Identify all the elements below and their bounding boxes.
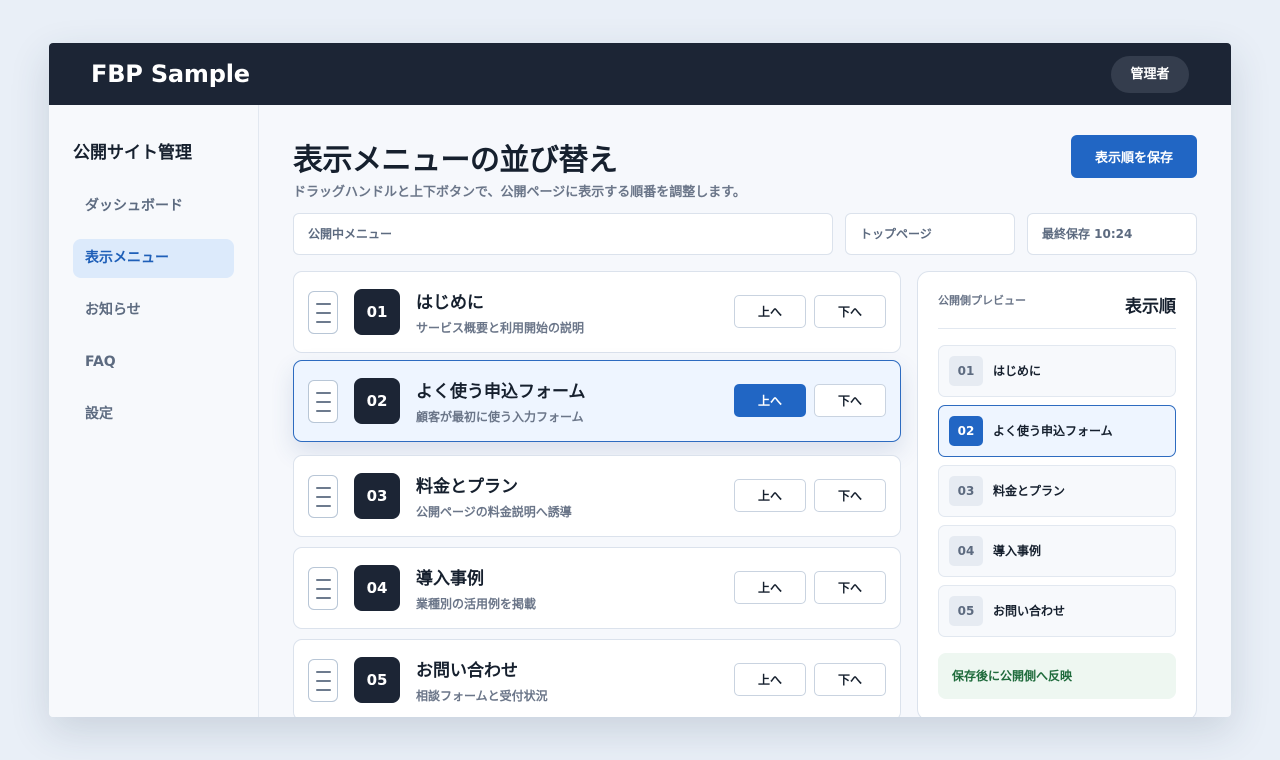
main-content: 表示メニューの並び替え ドラッグハンドルと上下ボタンで、公開ページに表示する順番… [259, 105, 1231, 717]
preview-item: 04 導入事例 [938, 525, 1176, 577]
move-down-button[interactable]: 下へ [814, 663, 886, 696]
sidebar-item-news[interactable]: お知らせ [73, 291, 234, 330]
preview-item: 03 料金とプラン [938, 465, 1176, 517]
preview-number: 01 [949, 356, 983, 386]
drag-handle-icon[interactable] [308, 567, 338, 610]
last-saved-status: 最終保存 10:24 [1027, 213, 1197, 255]
preview-number: 03 [949, 476, 983, 506]
published-menu-field[interactable]: 公開中メニュー [293, 213, 833, 255]
menu-row[interactable]: 01 はじめにサービス概要と利用開始の説明 上へ 下へ [293, 271, 901, 353]
move-up-button[interactable]: 上へ [734, 295, 806, 328]
menu-title: はじめに [416, 293, 484, 313]
move-up-button[interactable]: 上へ [734, 663, 806, 696]
move-up-button[interactable]: 上へ [734, 479, 806, 512]
menu-title: よく使う申込フォーム [416, 382, 586, 402]
preview-item-title: よく使う申込フォーム [993, 424, 1113, 438]
menu-title: 導入事例 [416, 569, 484, 589]
menu-title: お問い合わせ [416, 661, 518, 681]
drag-handle-icon[interactable] [308, 659, 338, 702]
sidebar-nav: ダッシュボード 表示メニュー お知らせ FAQ 設定 [73, 187, 234, 447]
move-down-button[interactable]: 下へ [814, 479, 886, 512]
move-down-button[interactable]: 下へ [814, 571, 886, 604]
menu-number-badge: 01 [354, 289, 400, 335]
menu-number-badge: 05 [354, 657, 400, 703]
top-page-field[interactable]: トップページ [845, 213, 1015, 255]
menu-row[interactable]: 04 導入事例業種別の活用例を掲載 上へ 下へ [293, 547, 901, 629]
sidebar-item-dashboard[interactable]: ダッシュボード [73, 187, 234, 226]
preview-title: 表示順 [1125, 297, 1176, 317]
preview-label: 公開側プレビュー [938, 294, 1026, 307]
sidebar: 公開サイト管理 ダッシュボード 表示メニュー お知らせ FAQ 設定 [49, 105, 259, 717]
preview-item: 01 はじめに [938, 345, 1176, 397]
preview-item: 02 よく使う申込フォーム [938, 405, 1176, 457]
sidebar-item-faq[interactable]: FAQ [73, 343, 234, 382]
preview-number: 04 [949, 536, 983, 566]
menu-description: サービス概要と利用開始の説明 [416, 321, 585, 335]
menu-number-badge: 04 [354, 565, 400, 611]
user-role-badge[interactable]: 管理者 [1111, 56, 1189, 93]
menu-description: 顧客が最初に使う入力フォーム [416, 410, 584, 424]
move-up-button[interactable]: 上へ [734, 571, 806, 604]
menu-description: 相談フォームと受付状況 [416, 689, 548, 703]
preview-item-title: はじめに [993, 364, 1042, 378]
preview-item-title: 料金とプラン [993, 484, 1066, 498]
drag-handle-icon[interactable] [308, 291, 338, 334]
menu-description: 業種別の活用例を掲載 [416, 597, 537, 611]
top-bar: FBP Sample 管理者 [49, 43, 1231, 105]
menu-number-badge: 03 [354, 473, 400, 519]
move-down-button[interactable]: 下へ [814, 295, 886, 328]
menu-title: 料金とプラン [416, 477, 518, 497]
menu-number-badge: 02 [354, 378, 400, 424]
brand-logo[interactable]: FBP Sample [91, 60, 250, 88]
public-preview-panel: 公開側プレビュー 表示順 01 はじめに 02 よく使う申込フォーム 03 料金とプラン 0… [917, 271, 1197, 717]
sidebar-title: 公開サイト管理 [73, 143, 192, 163]
app-window: FBP Sample 管理者 公開サイト管理 ダッシュボード 表示メニュー お知… [49, 43, 1231, 717]
preview-item: 05 お問い合わせ [938, 585, 1176, 637]
preview-divider [938, 328, 1176, 329]
menu-row[interactable]: 03 料金とプラン公開ページの料金説明へ誘導 上へ 下へ [293, 455, 901, 537]
preview-item-title: お問い合わせ [993, 604, 1066, 618]
preview-number: 05 [949, 596, 983, 626]
preview-item-title: 導入事例 [993, 544, 1042, 558]
save-notice: 保存後に公開側へ反映 [938, 653, 1176, 699]
menu-row[interactable]: 05 お問い合わせ相談フォームと受付状況 上へ 下へ [293, 639, 901, 717]
move-up-button[interactable]: 上へ [734, 384, 806, 417]
sidebar-item-settings[interactable]: 設定 [73, 395, 234, 434]
menu-row[interactable]: 02 よく使う申込フォーム顧客が最初に使う入力フォーム 上へ 下へ [293, 360, 901, 442]
drag-handle-icon[interactable] [308, 380, 338, 423]
drag-handle-icon[interactable] [308, 475, 338, 518]
save-order-button[interactable]: 表示順を保存 [1071, 135, 1197, 178]
page-title: 表示メニューの並び替え [293, 143, 618, 178]
sidebar-item-display-menu[interactable]: 表示メニュー [73, 239, 234, 278]
page-subtitle: ドラッグハンドルと上下ボタンで、公開ページに表示する順番を調整します。 [293, 185, 746, 200]
menu-description: 公開ページの料金説明へ誘導 [416, 505, 572, 519]
move-down-button[interactable]: 下へ [814, 384, 886, 417]
preview-number: 02 [949, 416, 983, 446]
